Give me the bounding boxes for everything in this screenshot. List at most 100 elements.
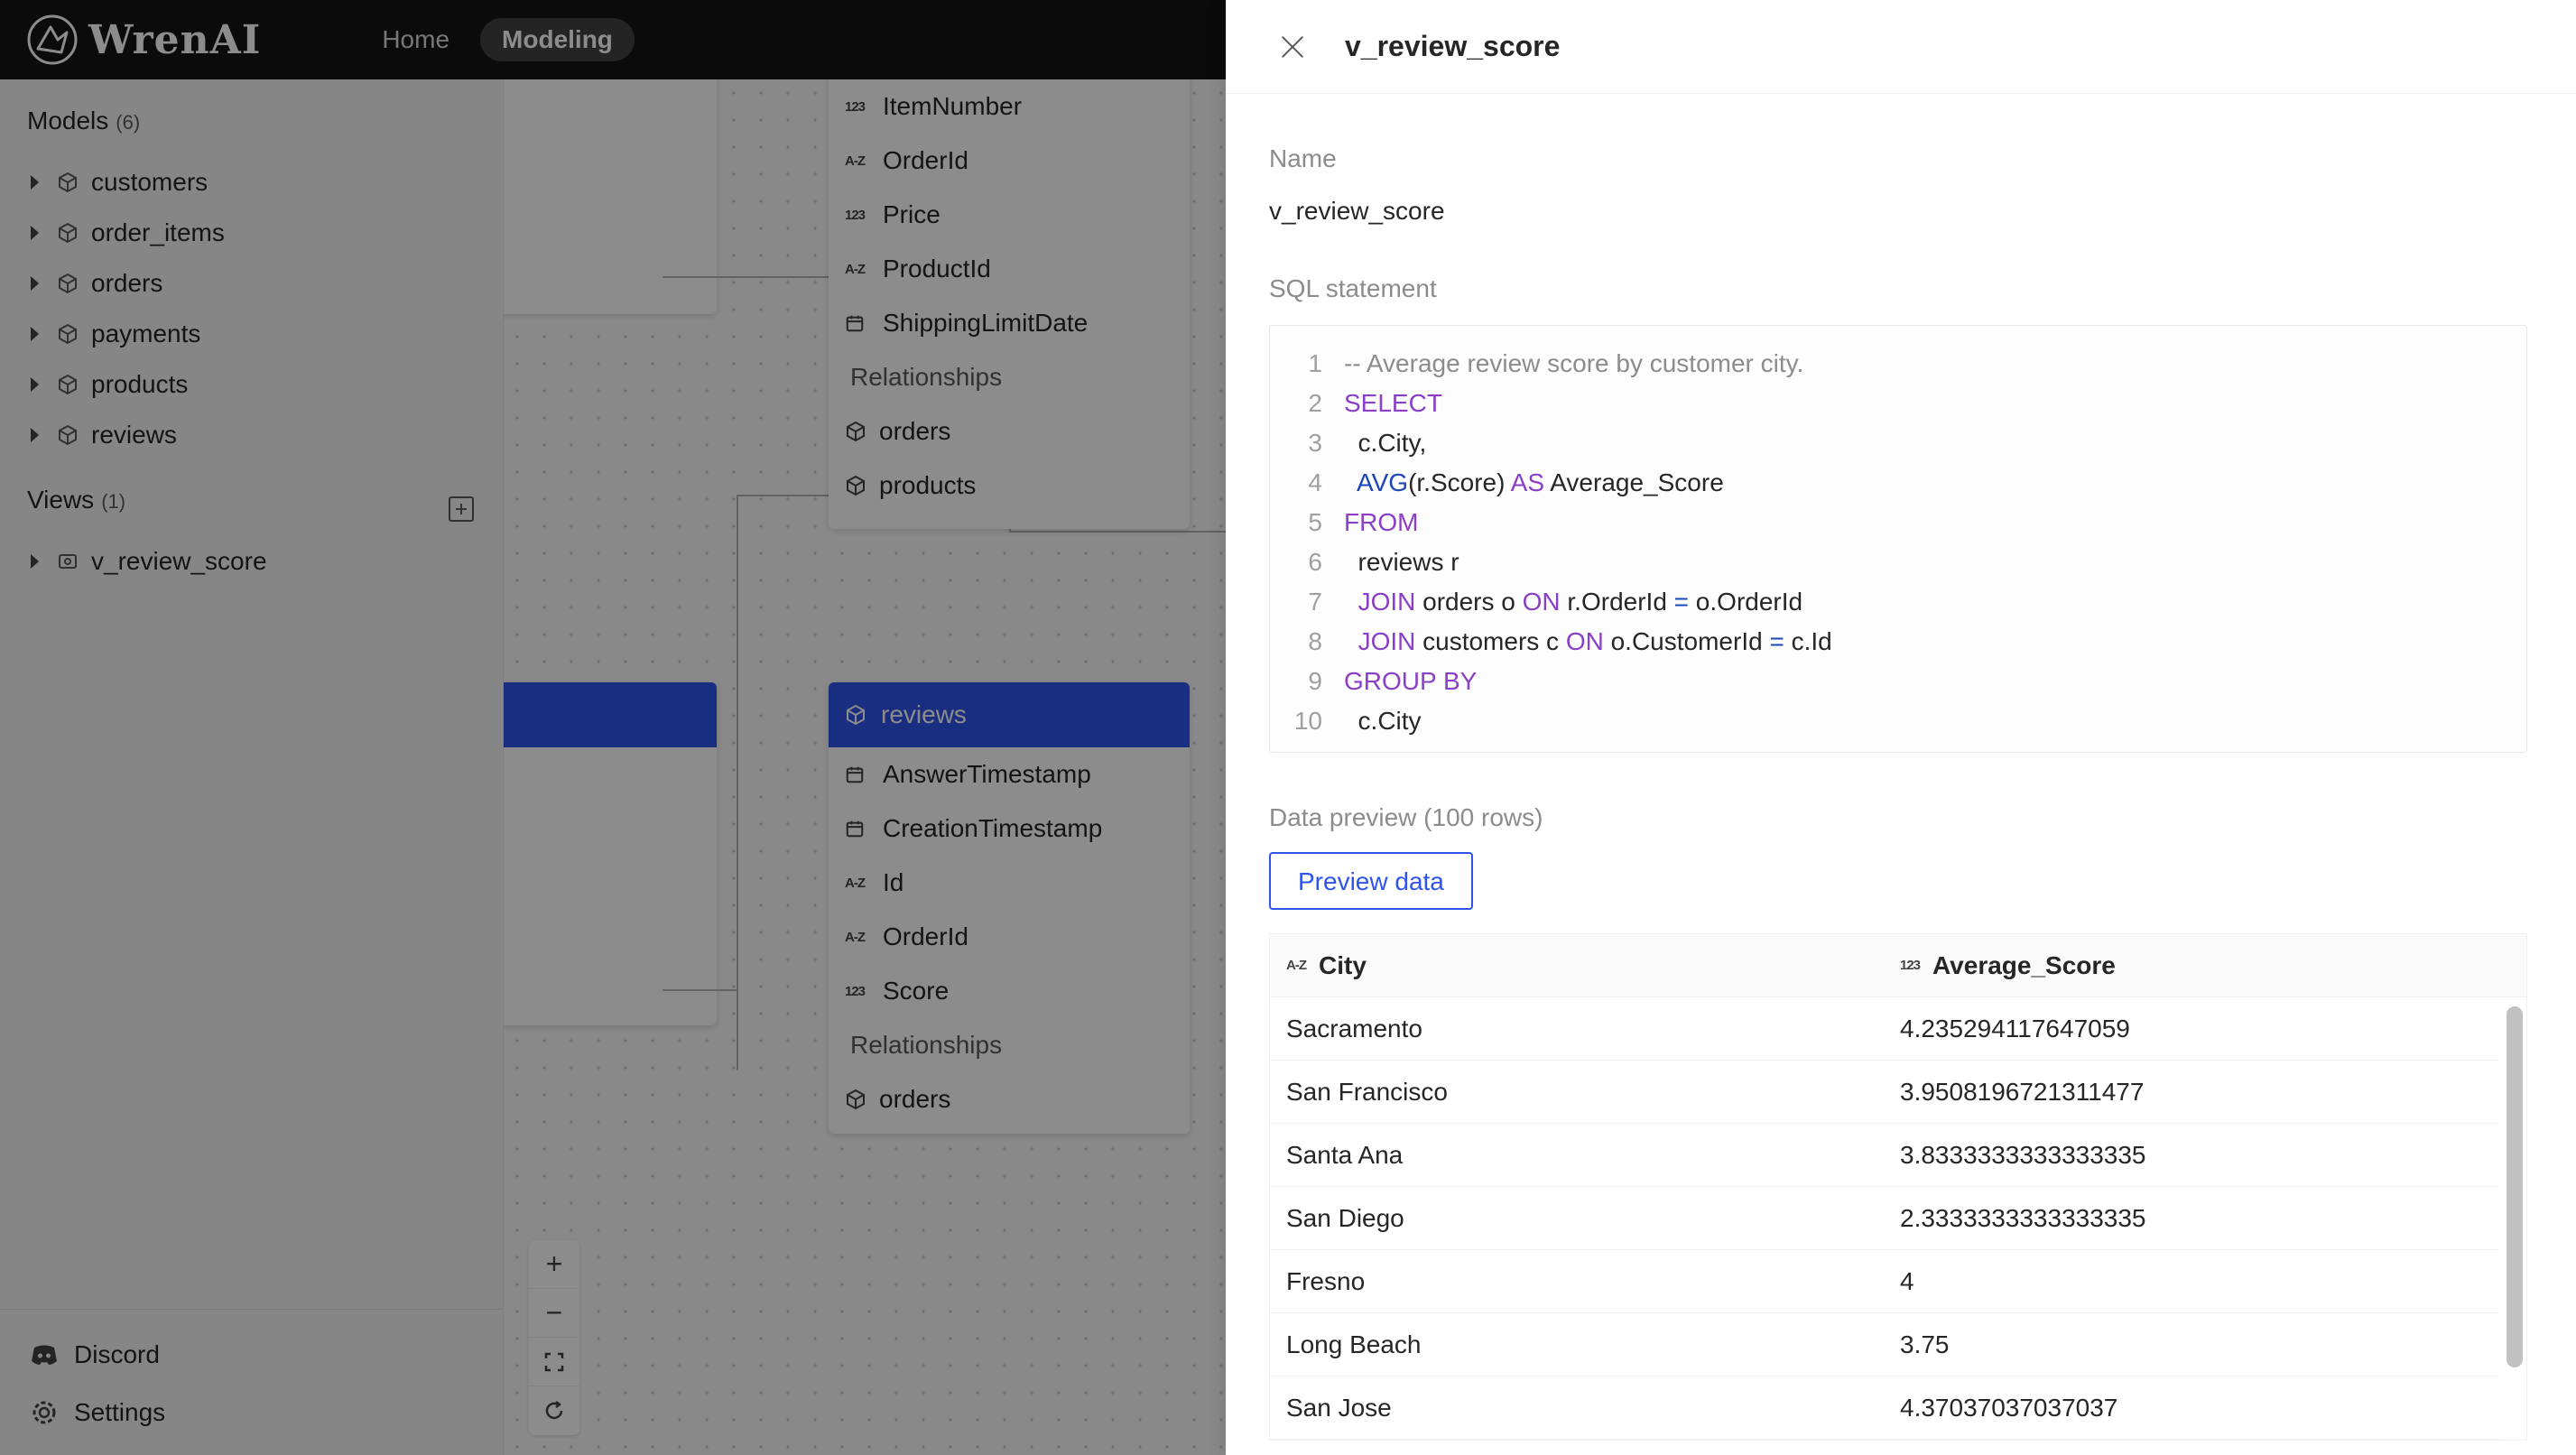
column-field[interactable]: ShippingLimitDate <box>829 296 1190 350</box>
sql-line: 6 reviews r <box>1270 542 2526 582</box>
relationship-name: orders <box>879 417 951 445</box>
column-field[interactable]: 123 ItemNumber <box>829 79 1190 134</box>
reviews-fields: AnswerTimestamp CreationTimestamp A-Z Id A-Z… <box>829 747 1190 1018</box>
field-name: OrderId <box>883 922 968 950</box>
column-field[interactable]: A-Z OrderId <box>829 134 1190 188</box>
column-field[interactable]: 123 Score <box>829 964 1190 1018</box>
order-items-fields: 123 ItemNumber A-Z OrderId 123 Price A-Z Produc… <box>829 79 1190 350</box>
zoom-in-button[interactable]: + <box>529 1240 579 1289</box>
nav-home[interactable]: Home <box>360 18 471 61</box>
drawer-title: v_review_score <box>1345 30 1561 62</box>
view-detail-drawer: v_review_score Name v_review_score SQL s… <box>1226 0 2576 1455</box>
sql-editor[interactable]: 1 -- Average review score by customer cit… <box>1269 325 2527 753</box>
models-section-title: Models (6) <box>0 107 503 157</box>
sql-line: 5 FROM <box>1270 503 2526 542</box>
fit-view-button[interactable] <box>529 1338 579 1386</box>
cell-city: San Jose <box>1286 1393 1392 1422</box>
model-node-partial[interactable] <box>504 682 717 1025</box>
field-name: ItemNumber <box>883 92 1023 120</box>
diagram-canvas[interactable]: 123 ItemNumber A-Z OrderId 123 Price A-Z Produc… <box>504 79 1226 1455</box>
caret-right-icon[interactable] <box>31 377 39 392</box>
discord-link[interactable]: Discord <box>0 1326 503 1384</box>
relationship-field[interactable]: orders <box>829 1072 1190 1126</box>
column-field[interactable]: 123 Price <box>829 188 1190 242</box>
view-icon <box>59 554 77 569</box>
column-field[interactable]: AnswerTimestamp <box>829 747 1190 802</box>
sql-line: 8 JOIN customers c ON o.CustomerId = c.I… <box>1270 622 2526 662</box>
cube-icon <box>59 171 77 193</box>
relation-edge <box>737 495 738 1070</box>
model-label: customers <box>91 168 208 196</box>
caret-right-icon[interactable] <box>31 554 39 569</box>
reviews-relationships: orders <box>829 1072 1190 1126</box>
sidebar-view-v-review-score[interactable]: v_review_score <box>0 536 503 587</box>
line-number: 5 <box>1308 508 1322 536</box>
wrenai-logo[interactable]: WrenAI <box>25 13 261 67</box>
calendar-icon <box>846 315 864 332</box>
zoom-controls: + − <box>529 1240 579 1435</box>
discord-icon <box>32 1345 57 1365</box>
refresh-button[interactable] <box>529 1386 579 1435</box>
column-field[interactable]: A-Z ProductId <box>829 242 1190 296</box>
column-header-city[interactable]: A-Z City <box>1270 951 1884 980</box>
column-field[interactable]: A-Z OrderId <box>829 910 1190 964</box>
column-field[interactable]: CreationTimestamp <box>829 802 1190 856</box>
settings-link[interactable]: Settings <box>0 1384 503 1441</box>
text-type-icon: A-Z <box>845 261 866 277</box>
view-label: v_review_score <box>91 547 267 575</box>
add-view-icon[interactable] <box>449 496 474 522</box>
relationship-field[interactable]: products <box>829 459 1190 513</box>
sql-code: GROUP BY <box>1344 667 1478 695</box>
column-name: Average_Score <box>1932 950 2116 979</box>
column-header-average-score[interactable]: 123 Average_Score <box>1884 951 2499 980</box>
cube-icon <box>59 273 77 294</box>
model-label: payments <box>91 320 201 348</box>
relationship-field[interactable]: orders <box>829 404 1190 459</box>
close-icon[interactable] <box>1276 31 1309 63</box>
refresh-icon <box>545 1401 563 1420</box>
sidebar-model-order-items[interactable]: order_items <box>0 208 503 258</box>
cube-icon <box>59 424 77 446</box>
node-header-partial <box>504 682 717 747</box>
table-row: Fresno 4 <box>1270 1250 2499 1313</box>
zoom-out-button[interactable]: − <box>529 1289 579 1338</box>
nav-modeling[interactable]: Modeling <box>480 18 635 61</box>
calendar-icon <box>846 766 864 783</box>
sidebar-model-customers[interactable]: customers <box>0 157 503 208</box>
calendar-icon <box>846 820 864 838</box>
caret-right-icon[interactable] <box>31 175 39 190</box>
cell-city: San Diego <box>1286 1203 1404 1232</box>
discord-label: Discord <box>74 1340 160 1368</box>
table-row: San Francisco 3.9508196721311477 <box>1270 1061 2499 1124</box>
model-node-partial[interactable] <box>504 79 717 314</box>
sql-code: AVG(r.Score) AS Average_Score <box>1357 468 1724 496</box>
sql-code: JOIN orders o ON r.OrderId = o.OrderId <box>1357 588 1803 616</box>
table-scrollbar[interactable] <box>2507 1006 2523 1367</box>
cube-icon <box>59 374 77 395</box>
sidebar-model-orders[interactable]: orders <box>0 258 503 309</box>
sql-code: c.City <box>1344 707 1422 735</box>
sql-line: 1 -- Average review score by customer cit… <box>1270 344 2526 384</box>
caret-right-icon[interactable] <box>31 226 39 240</box>
cell-city: Sacramento <box>1286 1014 1422 1043</box>
column-name: City <box>1319 950 1367 979</box>
reviews-node[interactable]: reviews AnswerTimestamp CreationTimestamp… <box>829 682 1190 1134</box>
cell-city: San Francisco <box>1286 1077 1448 1106</box>
caret-right-icon[interactable] <box>31 276 39 291</box>
sidebar-model-products[interactable]: products <box>0 359 503 410</box>
caret-right-icon[interactable] <box>31 327 39 341</box>
relationships-label: Relationships <box>850 363 1003 391</box>
line-number: 1 <box>1308 349 1322 377</box>
order-items-node[interactable]: 123 ItemNumber A-Z OrderId 123 Price A-Z Produc… <box>829 79 1190 529</box>
relation-edge <box>663 989 738 991</box>
sidebar-model-payments[interactable]: payments <box>0 309 503 359</box>
cell-average-score: 3.9508196721311477 <box>1900 1077 2145 1106</box>
sql-code: FROM <box>1344 508 1419 536</box>
caret-right-icon[interactable] <box>31 428 39 442</box>
cell-city: Fresno <box>1286 1266 1366 1295</box>
line-number: 2 <box>1308 389 1322 417</box>
sidebar-model-reviews[interactable]: reviews <box>0 410 503 460</box>
gear-icon <box>32 1401 56 1424</box>
preview-data-button[interactable]: Preview data <box>1269 852 1473 910</box>
column-field[interactable]: A-Z Id <box>829 856 1190 910</box>
